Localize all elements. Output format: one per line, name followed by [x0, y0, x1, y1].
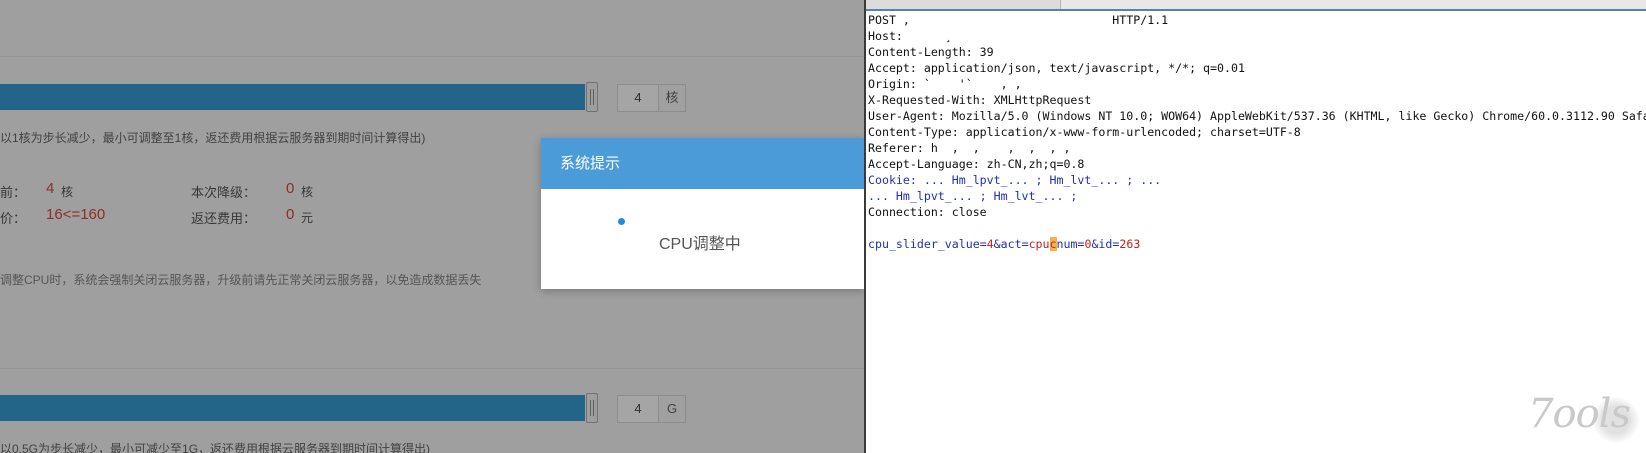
- payload-param-cpu-slider-value: cpu_slider_value: [868, 237, 980, 251]
- http-request-viewer: POST , HTTP/1.1 Host: ¸ Content-Length: …: [864, 0, 1646, 453]
- header-user-agent: User-Agent: Mozilla/5.0 (Windows NT 10.0…: [868, 109, 1646, 123]
- raw-request-text[interactable]: POST , HTTP/1.1 Host: ¸ Content-Length: …: [868, 12, 1646, 252]
- dialog-title: 系统提示: [541, 138, 864, 189]
- loading-spinner-icon: [618, 218, 625, 225]
- request-payload[interactable]: cpu_slider_value=4&act=cpucnum=0&id=263: [868, 236, 1646, 252]
- payload-value-cpu-slider: 4: [986, 237, 994, 251]
- header-referer: Referer: h , , , , , ,: [868, 141, 1071, 155]
- payload-separator: &: [993, 237, 1001, 251]
- viewer-tab[interactable]: [954, 0, 1021, 9]
- header-connection: Connection: close: [868, 205, 987, 219]
- payload-value-id: 263: [1119, 237, 1141, 251]
- header-content-type: Content-Type: application/x-www-form-url…: [868, 125, 1301, 139]
- payload-param-num: num: [1056, 237, 1078, 251]
- header-cookie: Cookie: ... Hm_lpvt_... ; Hm_lvt_... ; .…: [868, 173, 1162, 187]
- header-x-requested-with: X-Requested-With: XMLHttpRequest: [868, 93, 1092, 107]
- viewer-tab-strip: [866, 0, 1646, 11]
- header-host: Host: ¸: [868, 29, 952, 43]
- tools-watermark-logo: 7ools: [1528, 391, 1631, 437]
- header-cookie-continued: ... Hm_lpvt_... ; Hm_lvt_... ;: [868, 189, 1078, 203]
- header-content-length: Content-Length: 39: [868, 45, 994, 59]
- header-origin: Origin: ` '` , ,: [868, 77, 1022, 91]
- viewer-tab[interactable]: [1020, 0, 1061, 9]
- system-prompt-dialog: 系统提示 CPU调整中: [541, 138, 864, 289]
- payload-param-act: act: [1000, 237, 1022, 251]
- viewer-tab[interactable]: [888, 0, 955, 9]
- request-line: POST , HTTP/1.1: [868, 13, 1169, 27]
- payload-param-id: id: [1098, 237, 1113, 251]
- payload-value-act: cpu: [1028, 237, 1050, 251]
- header-accept-language: Accept-Language: zh-CN,zh;q=0.8: [868, 157, 1085, 171]
- cloud-server-config-panel: 4 核 以1核为步长减少，最小可调整至1核，返还费用根据云服务器到期时间计算得出…: [0, 0, 864, 453]
- dialog-message: CPU调整中: [659, 236, 741, 253]
- viewer-tab[interactable]: [866, 0, 889, 9]
- header-accept: Accept: application/json, text/javascrip…: [868, 61, 1245, 75]
- text-cursor-highlight: c: [1049, 237, 1057, 251]
